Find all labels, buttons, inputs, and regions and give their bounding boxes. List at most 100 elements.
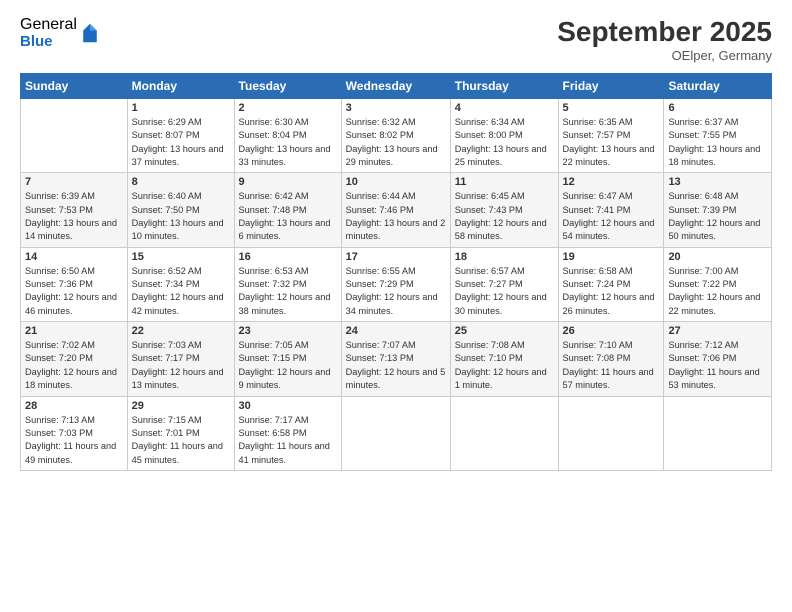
sunrise-text: Sunrise: 6:47 AM: [563, 191, 633, 201]
day-info: Sunrise: 7:07 AM Sunset: 7:13 PM Dayligh…: [346, 339, 446, 392]
sunset-text: Sunset: 7:08 PM: [563, 353, 631, 363]
daylight-text: Daylight: 12 hours and 9 minutes.: [239, 367, 331, 390]
col-saturday: Saturday: [664, 74, 772, 99]
daylight-text: Daylight: 11 hours and 45 minutes.: [132, 441, 223, 464]
day-number: 20: [668, 251, 767, 263]
month-title: September 2025: [557, 16, 772, 48]
day-number: 2: [239, 102, 337, 114]
daylight-text: Daylight: 13 hours and 14 minutes.: [25, 218, 117, 241]
sunrise-text: Sunrise: 7:00 AM: [668, 266, 738, 276]
sunset-text: Sunset: 8:04 PM: [239, 130, 307, 140]
sunrise-text: Sunrise: 6:53 AM: [239, 266, 309, 276]
day-number: 12: [563, 176, 660, 188]
week-row-1: 1 Sunrise: 6:29 AM Sunset: 8:07 PM Dayli…: [21, 99, 772, 173]
week-row-2: 7 Sunrise: 6:39 AM Sunset: 7:53 PM Dayli…: [21, 173, 772, 247]
sunset-text: Sunset: 7:32 PM: [239, 279, 307, 289]
day-cell: 28 Sunrise: 7:13 AM Sunset: 7:03 PM Dayl…: [21, 396, 128, 470]
daylight-text: Daylight: 12 hours and 18 minutes.: [25, 367, 117, 390]
sunset-text: Sunset: 7:34 PM: [132, 279, 200, 289]
day-cell: 29 Sunrise: 7:15 AM Sunset: 7:01 PM Dayl…: [127, 396, 234, 470]
sunset-text: Sunset: 7:15 PM: [239, 353, 307, 363]
logo-general: General: [20, 16, 77, 34]
sunset-text: Sunset: 7:53 PM: [25, 205, 93, 215]
day-cell: 30 Sunrise: 7:17 AM Sunset: 6:58 PM Dayl…: [234, 396, 341, 470]
sunset-text: Sunset: 7:17 PM: [132, 353, 200, 363]
day-info: Sunrise: 6:47 AM Sunset: 7:41 PM Dayligh…: [563, 190, 660, 243]
day-cell: [664, 396, 772, 470]
day-number: 11: [455, 176, 554, 188]
day-number: 5: [563, 102, 660, 114]
day-info: Sunrise: 6:57 AM Sunset: 7:27 PM Dayligh…: [455, 265, 554, 318]
sunset-text: Sunset: 8:02 PM: [346, 130, 414, 140]
col-thursday: Thursday: [450, 74, 558, 99]
day-number: 28: [25, 400, 123, 412]
daylight-text: Daylight: 12 hours and 42 minutes.: [132, 292, 224, 315]
header-row: Sunday Monday Tuesday Wednesday Thursday…: [21, 74, 772, 99]
sunset-text: Sunset: 7:39 PM: [668, 205, 736, 215]
daylight-text: Daylight: 12 hours and 30 minutes.: [455, 292, 547, 315]
day-info: Sunrise: 7:17 AM Sunset: 6:58 PM Dayligh…: [239, 414, 337, 467]
sunset-text: Sunset: 7:43 PM: [455, 205, 523, 215]
sunrise-text: Sunrise: 6:58 AM: [563, 266, 633, 276]
daylight-text: Daylight: 13 hours and 37 minutes.: [132, 144, 224, 167]
day-info: Sunrise: 6:55 AM Sunset: 7:29 PM Dayligh…: [346, 265, 446, 318]
location: OElper, Germany: [557, 48, 772, 63]
day-number: 24: [346, 325, 446, 337]
sunrise-text: Sunrise: 6:52 AM: [132, 266, 202, 276]
day-number: 30: [239, 400, 337, 412]
day-number: 21: [25, 325, 123, 337]
daylight-text: Daylight: 13 hours and 29 minutes.: [346, 144, 438, 167]
sunset-text: Sunset: 7:10 PM: [455, 353, 523, 363]
week-row-4: 21 Sunrise: 7:02 AM Sunset: 7:20 PM Dayl…: [21, 322, 772, 396]
day-number: 14: [25, 251, 123, 263]
day-cell: 12 Sunrise: 6:47 AM Sunset: 7:41 PM Dayl…: [558, 173, 664, 247]
day-info: Sunrise: 6:29 AM Sunset: 8:07 PM Dayligh…: [132, 116, 230, 169]
daylight-text: Daylight: 11 hours and 41 minutes.: [239, 441, 330, 464]
day-info: Sunrise: 7:12 AM Sunset: 7:06 PM Dayligh…: [668, 339, 767, 392]
day-cell: 4 Sunrise: 6:34 AM Sunset: 8:00 PM Dayli…: [450, 99, 558, 173]
day-number: 18: [455, 251, 554, 263]
daylight-text: Daylight: 13 hours and 33 minutes.: [239, 144, 331, 167]
day-number: 6: [668, 102, 767, 114]
day-number: 9: [239, 176, 337, 188]
sunrise-text: Sunrise: 6:29 AM: [132, 117, 202, 127]
daylight-text: Daylight: 12 hours and 22 minutes.: [668, 292, 760, 315]
sunrise-text: Sunrise: 6:50 AM: [25, 266, 95, 276]
day-number: 10: [346, 176, 446, 188]
day-info: Sunrise: 7:10 AM Sunset: 7:08 PM Dayligh…: [563, 339, 660, 392]
week-row-5: 28 Sunrise: 7:13 AM Sunset: 7:03 PM Dayl…: [21, 396, 772, 470]
day-number: 29: [132, 400, 230, 412]
logo: General Blue: [20, 16, 99, 50]
day-cell: 27 Sunrise: 7:12 AM Sunset: 7:06 PM Dayl…: [664, 322, 772, 396]
sunrise-text: Sunrise: 6:55 AM: [346, 266, 416, 276]
sunset-text: Sunset: 7:24 PM: [563, 279, 631, 289]
day-number: 16: [239, 251, 337, 263]
day-info: Sunrise: 6:48 AM Sunset: 7:39 PM Dayligh…: [668, 190, 767, 243]
sunset-text: Sunset: 6:58 PM: [239, 428, 307, 438]
day-number: 8: [132, 176, 230, 188]
day-info: Sunrise: 7:13 AM Sunset: 7:03 PM Dayligh…: [25, 414, 123, 467]
sunrise-text: Sunrise: 7:02 AM: [25, 340, 95, 350]
day-cell: 17 Sunrise: 6:55 AM Sunset: 7:29 PM Dayl…: [341, 247, 450, 321]
sunset-text: Sunset: 7:22 PM: [668, 279, 736, 289]
daylight-text: Daylight: 12 hours and 58 minutes.: [455, 218, 547, 241]
week-row-3: 14 Sunrise: 6:50 AM Sunset: 7:36 PM Dayl…: [21, 247, 772, 321]
day-info: Sunrise: 6:58 AM Sunset: 7:24 PM Dayligh…: [563, 265, 660, 318]
sunrise-text: Sunrise: 6:42 AM: [239, 191, 309, 201]
day-cell: [21, 99, 128, 173]
sunrise-text: Sunrise: 7:15 AM: [132, 415, 202, 425]
day-info: Sunrise: 6:39 AM Sunset: 7:53 PM Dayligh…: [25, 190, 123, 243]
sunrise-text: Sunrise: 6:37 AM: [668, 117, 738, 127]
sunset-text: Sunset: 7:46 PM: [346, 205, 414, 215]
sunrise-text: Sunrise: 6:39 AM: [25, 191, 95, 201]
day-info: Sunrise: 6:32 AM Sunset: 8:02 PM Dayligh…: [346, 116, 446, 169]
day-info: Sunrise: 6:42 AM Sunset: 7:48 PM Dayligh…: [239, 190, 337, 243]
sunrise-text: Sunrise: 7:12 AM: [668, 340, 738, 350]
col-tuesday: Tuesday: [234, 74, 341, 99]
day-cell: 25 Sunrise: 7:08 AM Sunset: 7:10 PM Dayl…: [450, 322, 558, 396]
day-number: 22: [132, 325, 230, 337]
day-cell: 10 Sunrise: 6:44 AM Sunset: 7:46 PM Dayl…: [341, 173, 450, 247]
day-info: Sunrise: 6:30 AM Sunset: 8:04 PM Dayligh…: [239, 116, 337, 169]
sunset-text: Sunset: 7:01 PM: [132, 428, 200, 438]
daylight-text: Daylight: 12 hours and 54 minutes.: [563, 218, 655, 241]
